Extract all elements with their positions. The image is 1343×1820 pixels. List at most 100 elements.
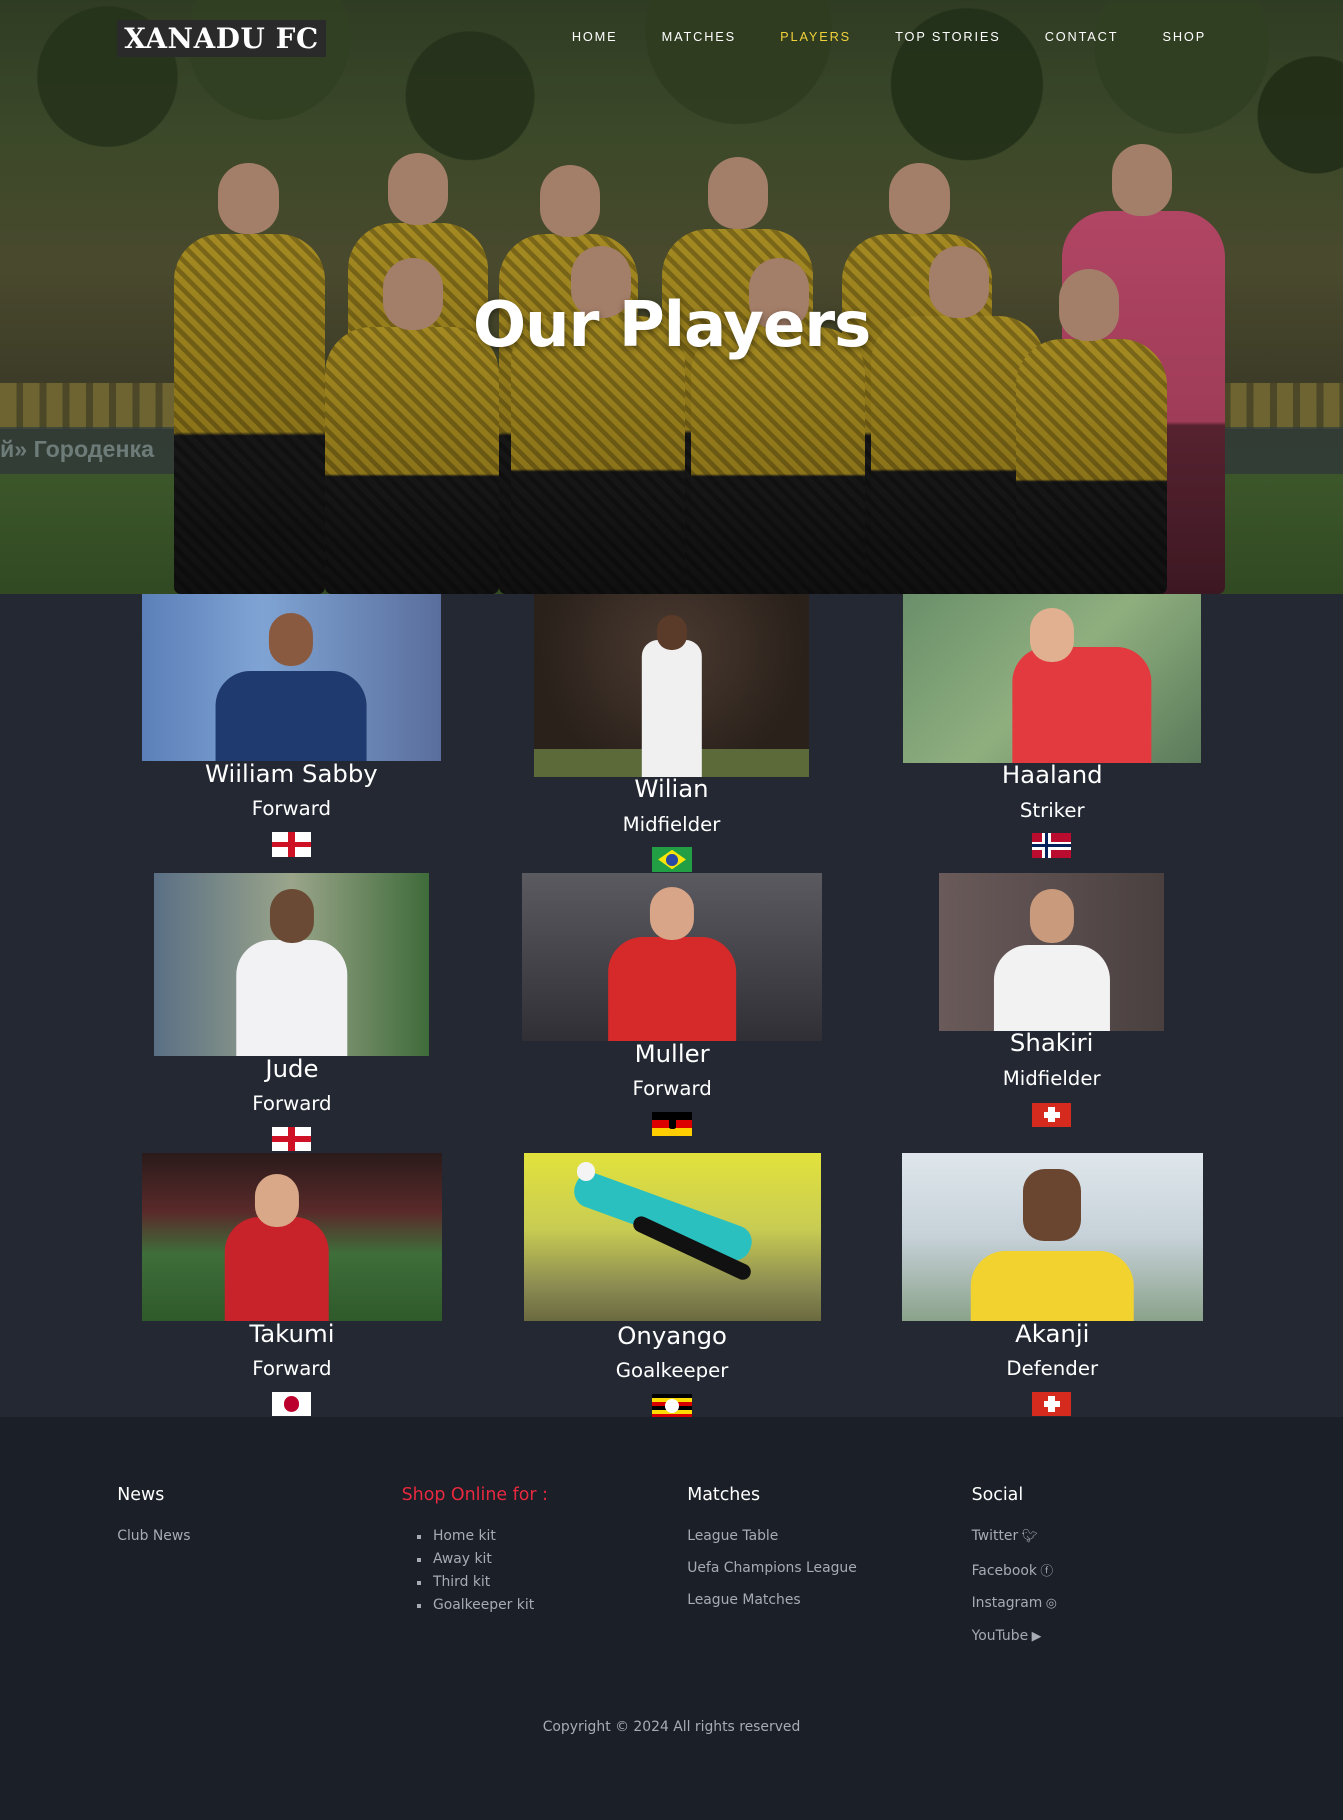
footer-link-facebook[interactable]: Facebook ⓕ — [972, 1560, 1057, 1579]
player-name: Jude — [265, 1053, 319, 1083]
player-figure — [215, 670, 367, 762]
player-card[interactable]: Muller Forward — [522, 872, 822, 1140]
footer-shop-heading: Shop Online for : — [401, 1484, 548, 1505]
player-card[interactable]: Shakiri Midfielder — [939, 872, 1165, 1134]
switzerland-flag-icon — [1031, 1391, 1072, 1417]
switzerland-flag-icon — [1031, 1102, 1072, 1128]
nav-players[interactable]: PLAYERS — [780, 29, 851, 44]
player-position: Forward — [632, 1077, 712, 1101]
player-figure — [236, 940, 348, 1057]
player-name: Wiiliam Sabby — [204, 759, 378, 789]
player-card[interactable]: Jude Forward — [154, 872, 430, 1152]
player-face — [254, 1173, 299, 1227]
site-footer: News Club News Shop Online for : Home ki… — [0, 1417, 1343, 1820]
player-photo — [533, 594, 810, 777]
footer-shop-goalkeeper-kit[interactable]: Goalkeeper kit — [416, 1597, 548, 1613]
player-card[interactable]: Akanji Defender — [901, 1152, 1203, 1418]
player-face — [650, 886, 695, 941]
player-position: Midfielder — [1002, 1066, 1101, 1090]
player-position: Defender — [1006, 1356, 1099, 1380]
player-position: Striker — [1019, 798, 1085, 822]
player-figure — [641, 639, 702, 777]
player-figure — [608, 936, 736, 1042]
nav-shop[interactable]: SHOP — [1163, 29, 1207, 44]
player-face — [656, 615, 687, 651]
twitter-label: Twitter — [971, 1527, 1019, 1544]
nav-home[interactable]: HOME — [572, 29, 618, 44]
page-title: Our Players — [472, 288, 871, 362]
player-position: Midfielder — [622, 812, 721, 836]
player-face — [269, 889, 314, 943]
player-name: Akanji — [1015, 1318, 1090, 1348]
player-photo — [522, 872, 822, 1042]
goalkeeper-figure — [569, 1168, 757, 1265]
norway-flag-icon — [1031, 833, 1072, 858]
japan-flag-icon — [271, 1391, 312, 1417]
footer-shop-home-kit[interactable]: Home kit — [416, 1528, 548, 1544]
footer-shop-column: Shop Online for : Home kit Away kit Thir… — [402, 1485, 548, 1620]
player-face — [1030, 608, 1075, 662]
england-flag-icon — [271, 1127, 312, 1152]
player-name: Takumi — [249, 1318, 335, 1348]
player-position: Forward — [252, 1356, 332, 1380]
footer-matches-column: Matches League Table Uefa Champions Leag… — [687, 1485, 857, 1625]
player-card[interactable]: Takumi Forward — [141, 1152, 443, 1418]
footer-news-column: News Club News — [117, 1485, 190, 1560]
brazil-flag-icon — [652, 847, 692, 872]
footer-social-heading: Social — [971, 1484, 1024, 1505]
england-flag-icon — [271, 832, 312, 857]
player-figure — [993, 944, 1110, 1031]
footer-matches-heading: Matches — [687, 1484, 761, 1505]
player-card[interactable]: Wilian Midfielder — [533, 594, 810, 873]
player-photo — [154, 872, 430, 1057]
footer-link-ucl[interactable]: Uefa Champions League — [687, 1560, 857, 1576]
main-navigation: XANADU FC HOME MATCHES PLAYERS TOP STORI… — [0, 0, 1343, 77]
player-name: Haaland — [1001, 760, 1103, 790]
player-photo — [141, 1152, 443, 1321]
footer-shop-third-kit[interactable]: Third kit — [416, 1574, 548, 1590]
footer-social-column: Social Twitter 🐦︎ Facebook ⓕ Instagram ◎ Yo… — [972, 1485, 1057, 1660]
player-name: Muller — [634, 1038, 710, 1068]
hero-section: й» Городенка XANADU FC HOME MATCHES PLAY… — [0, 0, 1343, 595]
player-photo — [903, 594, 1202, 763]
site-logo[interactable]: XANADU FC — [117, 19, 326, 57]
player-name: Wilian — [634, 774, 709, 804]
player-face — [269, 612, 314, 667]
instagram-icon: ◎ — [1045, 1596, 1057, 1612]
nav-matches[interactable]: MATCHES — [662, 29, 736, 44]
footer-link-twitter[interactable]: Twitter 🐦︎ — [972, 1528, 1057, 1544]
player-photo — [901, 1152, 1203, 1321]
players-grid: Wiiliam Sabby Forward Wilian Midfielder … — [0, 594, 1343, 1419]
player-figure — [224, 1216, 330, 1321]
nav-top-stories[interactable]: TOP STORIES — [895, 29, 1000, 44]
player-name: Onyango — [617, 1320, 727, 1350]
player-face — [1023, 1168, 1082, 1241]
nav-contact[interactable]: CONTACT — [1045, 29, 1119, 44]
copyright-text: Copyright © 2024 All rights reserved — [542, 1719, 801, 1736]
youtube-icon: ▶ — [1031, 1628, 1042, 1644]
footer-link-youtube[interactable]: YouTube ▶ — [972, 1628, 1057, 1644]
footer-shop-away-kit[interactable]: Away kit — [416, 1551, 548, 1567]
footer-link-league-matches[interactable]: League Matches — [687, 1592, 857, 1608]
player-card[interactable]: Onyango Goalkeeper — [523, 1152, 821, 1419]
player-card[interactable]: Wiiliam Sabby Forward — [141, 594, 442, 861]
player-photo — [141, 594, 442, 762]
youtube-label: YouTube — [971, 1627, 1029, 1644]
player-position: Goalkeeper — [615, 1359, 729, 1383]
instagram-label: Instagram — [971, 1595, 1043, 1612]
player-figure — [971, 1251, 1134, 1321]
player-name: Shakiri — [1009, 1028, 1094, 1058]
player-photo — [939, 872, 1165, 1031]
footer-link-club-news[interactable]: Club News — [117, 1528, 190, 1544]
player-photo — [523, 1152, 821, 1321]
footer-link-league-table[interactable]: League Table — [687, 1528, 857, 1544]
facebook-label: Facebook — [971, 1563, 1037, 1580]
ball-icon — [576, 1161, 596, 1181]
player-position: Forward — [251, 797, 331, 821]
footer-link-instagram[interactable]: Instagram ◎ — [972, 1595, 1057, 1611]
nav-links: HOME MATCHES PLAYERS TOP STORIES CONTACT… — [572, 29, 1206, 44]
player-figure — [1012, 646, 1152, 763]
uganda-flag-icon — [652, 1394, 692, 1419]
footer-news-heading: News — [117, 1484, 165, 1505]
player-card[interactable]: Haaland Striker — [903, 594, 1202, 861]
